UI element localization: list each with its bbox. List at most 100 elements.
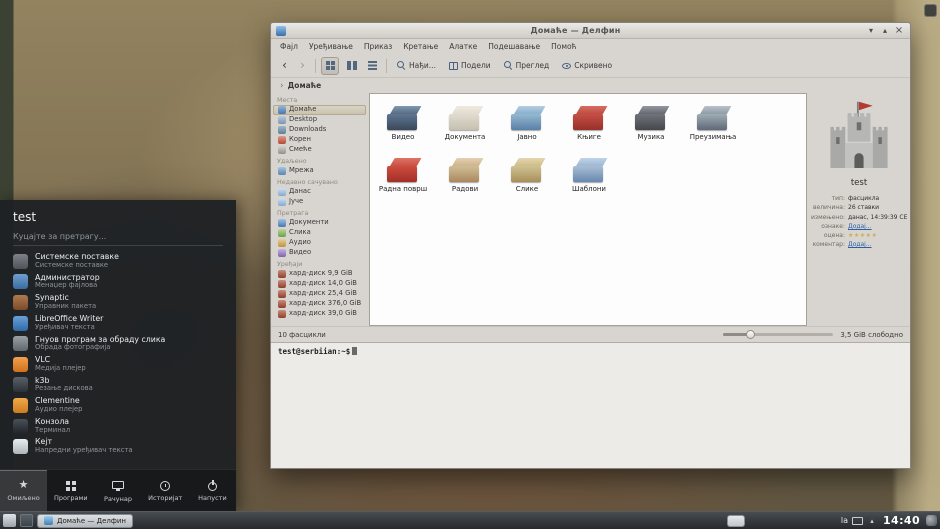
tab-computer[interactable]: Рачунар [94, 470, 141, 511]
menu-settings[interactable]: Подешавање [488, 42, 540, 51]
tray-expander-icon[interactable] [867, 517, 877, 525]
panel-toolbox-icon[interactable] [926, 515, 937, 526]
window-titlebar[interactable]: Домаће — Делфин [271, 23, 910, 39]
launcher-item-clementine[interactable]: ClementineАудио плејер [0, 395, 236, 416]
forward-button[interactable] [295, 58, 310, 74]
folder-desktop[interactable]: Радна површ [372, 152, 434, 204]
folder-books[interactable]: Књиге [558, 100, 620, 152]
clock[interactable]: 14:40 [883, 514, 920, 527]
device-disk-1[interactable]: хард-диск 9,9 GiB [273, 269, 366, 279]
folder-video[interactable]: Видео [372, 100, 434, 152]
launcher-item-vlc[interactable]: VLCМедија плејер [0, 354, 236, 375]
device-disk-5[interactable]: хард-диск 39,0 GiB [273, 309, 366, 319]
launcher-item-systemsettings[interactable]: Системске поставкеСистемске поставке [0, 251, 236, 272]
keyboard-layout-indicator[interactable]: la [841, 516, 848, 525]
launcher-item-writer[interactable]: LibreOffice WriterУређивач текста [0, 313, 236, 334]
tab-applications[interactable]: Програми [47, 470, 94, 511]
desktop-toolbox-icon[interactable] [924, 4, 937, 17]
menu-edit[interactable]: Уређивање [309, 42, 353, 51]
search-documents[interactable]: Документи [273, 218, 366, 228]
close-icon[interactable] [893, 25, 905, 37]
clementine-icon [13, 398, 28, 413]
folder-downloads[interactable]: Преузимања [682, 100, 744, 152]
rating-stars[interactable]: ★★★★★ [848, 231, 907, 240]
place-today[interactable]: Данас [273, 187, 366, 197]
place-desktop[interactable]: Desktop [273, 115, 366, 125]
icons-view-button[interactable] [321, 57, 339, 75]
launcher-user: test [0, 200, 236, 226]
device-disk-3[interactable]: хард-диск 25,4 GiB [273, 289, 366, 299]
image-icon [278, 229, 286, 237]
split-button[interactable]: Подели [444, 59, 496, 72]
details-view-button[interactable] [363, 57, 381, 75]
pager-icon[interactable] [20, 514, 33, 527]
tab-leave[interactable]: Напусти [189, 470, 236, 511]
toolbar-separator [386, 59, 387, 73]
launcher-item-k3b[interactable]: k3bРезање дискова [0, 375, 236, 396]
launcher-search-input[interactable]: Куцајте за претрагу... [13, 229, 223, 246]
preview-button[interactable]: Преглед [499, 59, 555, 72]
launcher-tabs: Омиљено Програми Рачунар Историјат Напус… [0, 469, 236, 511]
device-disk-4[interactable]: хард-диск 376,0 GiB [273, 299, 366, 309]
launcher-item-konsole[interactable]: КонзолаТерминал [0, 416, 236, 437]
zoom-slider-knob[interactable] [746, 330, 755, 339]
minimize-icon[interactable] [865, 25, 877, 37]
window-content: Места Домаће Desktop Downloads Корен Сме… [271, 93, 910, 326]
desktop-box-icon [385, 156, 421, 183]
task-button[interactable]: Домаће — Делфин [37, 514, 133, 528]
maximize-icon[interactable] [879, 25, 891, 37]
place-network[interactable]: Мрежа [273, 166, 366, 176]
leave-icon [208, 482, 217, 491]
search-video[interactable]: Видео [273, 248, 366, 258]
downloads-icon [278, 126, 286, 134]
place-downloads[interactable]: Downloads [273, 125, 366, 135]
documents-box-icon [447, 104, 483, 131]
launcher-item-filemanager[interactable]: АдминистраторМенаџер фајлова [0, 272, 236, 293]
launcher-button[interactable] [3, 514, 16, 527]
zoom-slider[interactable] [723, 333, 833, 336]
back-button[interactable] [277, 58, 292, 74]
menu-help[interactable]: Помоћ [551, 42, 576, 51]
menu-tools[interactable]: Алатке [449, 42, 477, 51]
place-root[interactable]: Корен [273, 135, 366, 145]
launcher-item-synaptic[interactable]: SynapticУправник пакета [0, 292, 236, 313]
find-button[interactable]: Нађи... [392, 59, 441, 72]
search-audio[interactable]: Аудио [273, 238, 366, 248]
compact-view-button[interactable] [342, 57, 360, 75]
terminal-cursor [352, 347, 357, 355]
folder-documents[interactable]: Документа [434, 100, 496, 152]
place-trash[interactable]: Смеће [273, 145, 366, 155]
toolbar-separator [315, 59, 316, 73]
hidden-toggle-button[interactable]: Скривено [557, 59, 617, 72]
launcher-item-kate[interactable]: КејтНапредни уређивач текста [0, 436, 236, 457]
folder-pictures[interactable]: Слике [496, 152, 558, 204]
folder-works[interactable]: Радови [434, 152, 496, 204]
info-row-comment: коментар:Додај... [811, 240, 907, 249]
document-icon [278, 219, 286, 227]
display-icon[interactable] [852, 517, 863, 525]
place-label: Смеће [289, 146, 312, 154]
place-home[interactable]: Домаће [273, 105, 366, 115]
breadcrumb-location[interactable]: Домаће [288, 81, 322, 90]
add-tags-link[interactable]: Додај... [848, 222, 907, 231]
launcher-item-gimp[interactable]: Гнуов програм за обраду сликаОбрада фото… [0, 333, 236, 354]
folder-view[interactable]: Видео Документа Јавно Књиге Музика Преуз… [369, 93, 807, 326]
terminal-panel[interactable]: test@serbiian:~$ [271, 342, 910, 468]
gimp-icon [13, 336, 28, 351]
search-images[interactable]: Слика [273, 228, 366, 238]
device-disk-2[interactable]: хард-диск 14,0 GiB [273, 279, 366, 289]
add-comment-link[interactable]: Додај... [848, 240, 907, 249]
folder-templates[interactable]: Шаблони [558, 152, 620, 204]
folder-music[interactable]: Музика [620, 100, 682, 152]
tray-widget-button[interactable] [727, 515, 745, 527]
folder-public[interactable]: Јавно [496, 100, 558, 152]
tab-history[interactable]: Историјат [142, 470, 189, 511]
video-box-icon [385, 104, 421, 131]
menu-go[interactable]: Кретање [403, 42, 438, 51]
info-row-modified: измењено:данас, 14:39:39 CET [811, 213, 907, 222]
menu-file[interactable]: Фајл [280, 42, 298, 51]
find-label: Нађи... [409, 61, 436, 70]
place-yesterday[interactable]: Јуче [273, 197, 366, 207]
menu-view[interactable]: Приказ [364, 42, 392, 51]
tab-favorites[interactable]: Омиљено [0, 470, 47, 511]
